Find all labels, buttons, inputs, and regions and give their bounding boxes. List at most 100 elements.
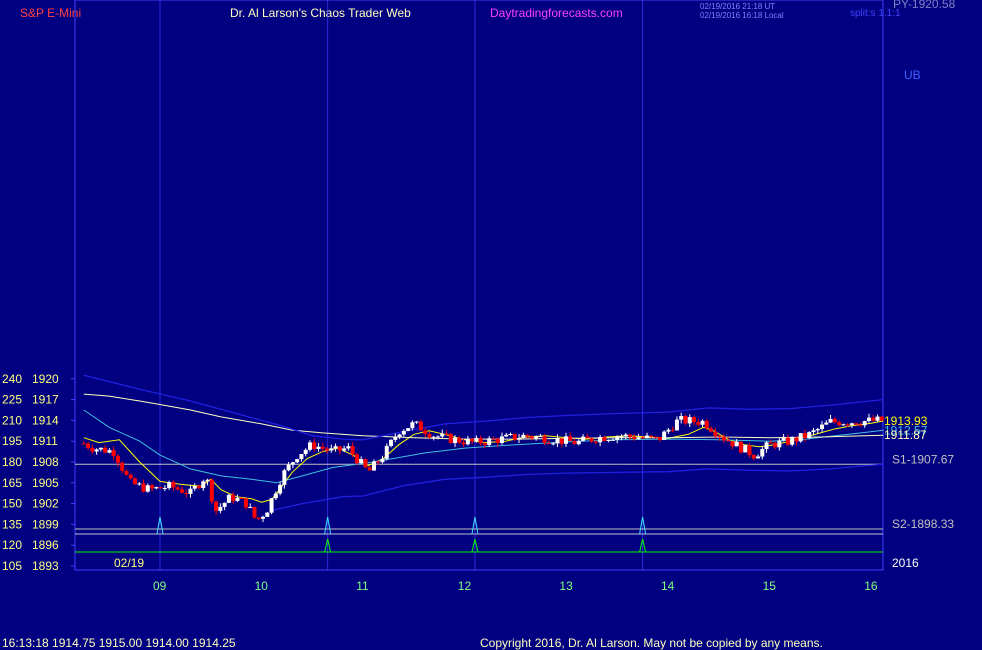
candle-down: [427, 433, 432, 438]
candle-up: [815, 429, 820, 431]
candle-up: [581, 436, 586, 441]
candle-down: [602, 437, 607, 441]
candle-up: [555, 438, 560, 444]
candle-down: [709, 428, 714, 432]
candle-down: [461, 442, 466, 445]
candle-up: [188, 488, 193, 494]
site-link[interactable]: Daytradingforecasts.com: [490, 6, 623, 20]
candle-down: [120, 462, 125, 471]
candle-down: [444, 433, 449, 435]
prior-year-label: PY-1920.58: [893, 0, 956, 11]
time-tick-label: 15: [763, 579, 777, 593]
candle-down: [794, 437, 799, 442]
candle-up: [192, 485, 197, 489]
candle-down: [320, 446, 325, 449]
candle-up: [828, 418, 833, 423]
time-tick-label: 12: [458, 579, 472, 593]
candle-up: [610, 439, 615, 441]
candle-up: [487, 438, 492, 445]
candle-up: [538, 436, 543, 438]
candle-up: [414, 421, 419, 423]
candle-down: [124, 470, 129, 475]
candle-up: [521, 434, 526, 439]
copyright: Copyright 2016, Dr. Al Larson. May not b…: [480, 636, 823, 650]
year-label: 2016: [892, 556, 919, 570]
candle-up: [431, 436, 436, 438]
candle-up: [393, 437, 398, 440]
candle-down: [657, 437, 662, 440]
candle-down: [845, 424, 850, 426]
candle-down: [337, 446, 342, 451]
price-tick-left: 210: [2, 413, 22, 427]
candle-up: [598, 437, 603, 443]
candle-up: [674, 419, 679, 431]
candle-up: [342, 448, 347, 451]
candle-down: [256, 517, 261, 519]
candle-down: [572, 441, 577, 445]
price-tick-label: 1902: [32, 497, 59, 511]
candle-down: [457, 437, 462, 443]
date-label: 02/19: [114, 556, 144, 570]
time-tick-label: 14: [661, 579, 675, 593]
price-tick-label: 1905: [32, 476, 59, 490]
candle-down: [376, 461, 381, 463]
candle-down: [363, 459, 368, 468]
candle-up: [504, 434, 509, 437]
candle-down: [713, 431, 718, 436]
candle-down: [512, 433, 517, 440]
candle-down: [726, 440, 731, 442]
candle-down: [418, 421, 423, 431]
candle-up: [389, 439, 394, 446]
candle-down: [171, 482, 176, 488]
candle-down: [197, 485, 202, 489]
candle-up: [226, 494, 231, 503]
candle-down: [179, 489, 184, 493]
candle-down: [692, 417, 697, 423]
candle-down: [231, 494, 236, 501]
candle-down: [141, 483, 146, 492]
candle-up: [98, 447, 103, 450]
candle-up: [820, 424, 825, 430]
candle-up: [862, 421, 867, 426]
candle-up: [563, 436, 568, 444]
candle-up: [261, 516, 266, 519]
candle-down: [751, 455, 756, 459]
candle-down: [730, 441, 735, 447]
time-tick-label: 10: [255, 579, 269, 593]
candle-down: [585, 436, 590, 439]
right-labels: 1913.931912.571911.87: [884, 414, 928, 442]
time-tick-label: 16: [864, 579, 878, 593]
candle-up: [222, 502, 227, 507]
price-tick-left: 165: [2, 476, 22, 490]
candle-up: [346, 446, 351, 449]
candle-up: [380, 458, 385, 463]
candle-down: [133, 478, 138, 485]
price-tick-left: 225: [2, 393, 22, 407]
candle-up: [781, 437, 786, 441]
quote-line: 16:13:18 1914.75 1915.00 1914.00 1914.25: [2, 636, 236, 650]
timestamp-local: 02/19/2016 16:18 Local: [700, 11, 784, 20]
candle-up: [406, 428, 411, 431]
candle-up: [410, 422, 415, 429]
candle-down: [802, 433, 807, 438]
candle-up: [167, 482, 172, 489]
timestamp-utc: 02/19/2016 21:18 UT: [700, 2, 775, 11]
candle-up: [286, 464, 291, 471]
candle-up: [551, 443, 556, 445]
price-tick-left: 135: [2, 517, 22, 531]
level-label-s1: S1-1907.67: [892, 452, 954, 466]
candle-up: [218, 506, 223, 511]
candle-up: [849, 423, 854, 426]
candle-down: [773, 442, 778, 448]
candle-up: [137, 483, 142, 485]
candle-down: [184, 492, 189, 494]
candle-up: [824, 422, 829, 425]
candle-up: [94, 449, 99, 452]
candle-up: [162, 488, 167, 490]
candle-up: [107, 450, 112, 453]
candle-up: [790, 437, 795, 445]
candle-down: [837, 422, 842, 426]
candle-down: [367, 467, 372, 471]
price-tick-label: 1896: [32, 538, 59, 552]
candle-up: [435, 436, 440, 438]
